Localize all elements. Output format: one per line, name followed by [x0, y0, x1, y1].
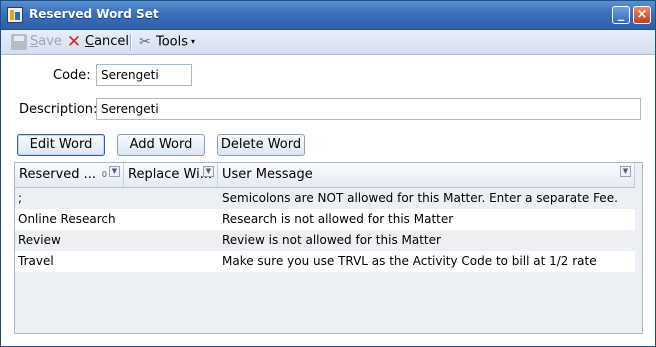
cell-message: Make sure you use TRVL as the Activity C… — [222, 254, 597, 268]
toolbar-separator — [130, 34, 132, 50]
filter-icon[interactable]: ▼ — [203, 166, 214, 177]
tools-icon: ✂ — [139, 34, 151, 50]
cell-replace — [124, 188, 217, 209]
tools-menu-button[interactable]: ✂ Tools ▾ — [137, 33, 195, 51]
cell-replace — [124, 209, 217, 230]
column-label: User Message — [222, 167, 313, 182]
column-header-user-message[interactable]: User Message ▼ — [218, 163, 635, 187]
minimize-button[interactable]: _ — [612, 6, 630, 24]
delete-word-button[interactable]: Delete Word — [217, 134, 305, 156]
filter-icon[interactable]: ▼ — [620, 166, 631, 177]
cell-word: Online Research — [18, 212, 116, 226]
filter-icon[interactable]: ▼ — [109, 166, 120, 177]
description-label: Description: — [19, 102, 98, 117]
tools-label: Tools — [156, 34, 189, 50]
save-button[interactable]: Save — [11, 33, 62, 51]
title-bar: Reserved Word Set _ × — [1, 1, 655, 30]
cancel-mnemonic: C — [85, 34, 95, 49]
reserved-word-set-window: Reserved Word Set _ × Save ✕ Cancel ✂ Tool… — [0, 0, 656, 347]
table-row[interactable]: Travel Make sure you use TRVL as the Act… — [15, 251, 635, 272]
cancel-label: ancel — [94, 34, 130, 49]
app-icon — [7, 7, 23, 23]
add-word-button[interactable]: Add Word — [117, 134, 205, 156]
save-label: ave — [38, 34, 62, 49]
cancel-button[interactable]: ✕ Cancel — [66, 33, 129, 51]
cell-message: Research is not allowed for this Matter — [222, 212, 454, 226]
table-row[interactable]: ; Semicolons are NOT allowed for this Ma… — [15, 188, 635, 209]
grid-header: Reserved ... 0 ▼ Replace Wi... ▼ User Me… — [15, 163, 635, 188]
description-field[interactable] — [96, 98, 641, 120]
cancel-icon: ✕ — [66, 31, 82, 52]
cell-message: Review is not allowed for this Matter — [222, 233, 441, 247]
cell-word: Review — [18, 233, 61, 247]
table-row[interactable]: Online Research Research is not allowed … — [15, 209, 635, 230]
code-label: Code: — [53, 68, 91, 83]
reserved-words-grid: Reserved ... 0 ▼ Replace Wi... ▼ User Me… — [14, 162, 643, 334]
column-header-replace[interactable]: Replace Wi... ▼ — [124, 163, 218, 187]
edit-word-button[interactable]: Edit Word — [17, 134, 105, 156]
cell-replace — [124, 251, 217, 272]
cell-word: ; — [18, 191, 23, 205]
window-title: Reserved Word Set — [29, 7, 159, 21]
save-icon — [11, 33, 27, 50]
chevron-down-icon: ▾ — [191, 37, 196, 46]
column-label: Replace Wi... — [128, 167, 213, 182]
column-label: Reserved ... — [19, 167, 97, 182]
table-row[interactable]: Review Review is not allowed for this Ma… — [15, 230, 635, 251]
cell-replace — [124, 230, 217, 251]
cell-message: Semicolons are NOT allowed for this Matt… — [222, 191, 618, 205]
sort-icon: 0 — [101, 170, 107, 179]
column-header-reserved[interactable]: Reserved ... 0 ▼ — [15, 163, 124, 187]
code-field[interactable] — [96, 64, 192, 86]
close-button[interactable]: × — [633, 6, 651, 24]
toolbar: Save ✕ Cancel ✂ Tools ▾ — [1, 30, 655, 55]
cell-word: Travel — [18, 254, 54, 268]
